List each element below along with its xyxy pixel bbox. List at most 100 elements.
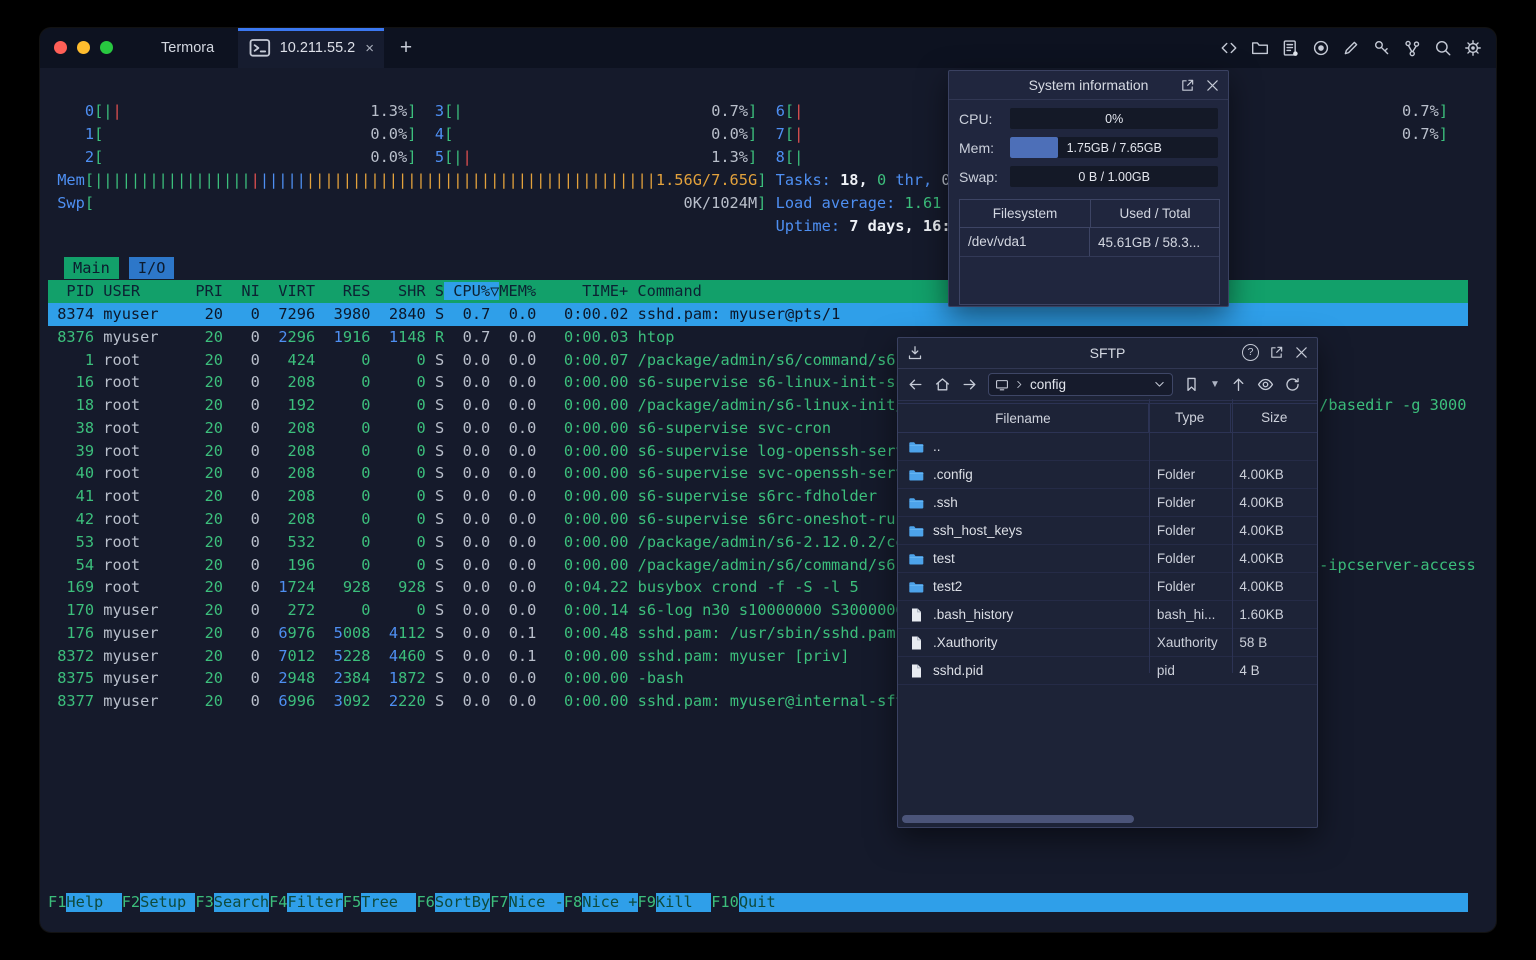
download-icon[interactable] [907,345,923,361]
file-name: ssh_host_keys [933,523,1023,538]
new-tab-button[interactable]: + [392,34,420,62]
fkey-action-Nice[interactable]: Nice + [582,893,638,912]
fkey-action-Setup[interactable]: Setup [140,893,196,912]
sysinfo-titlebar: System information [949,71,1228,100]
terminal-meter-line: 1[ 0.0%] 4[ 0.0%] 7[| 0.7%] [48,125,1448,143]
path-breadcrumb[interactable]: config [988,373,1173,396]
swap-progress-bar: 0 B / 1.00GB [1010,166,1218,187]
current-path: config [1030,377,1067,392]
record-icon[interactable] [1312,39,1330,57]
close-icon[interactable] [1205,78,1220,93]
session-tab-label: 10.211.55.2 [279,40,356,56]
file-row[interactable]: .Xauthority Xauthority 58 B [898,629,1317,657]
minimize-window-button[interactable] [77,41,90,54]
refresh-icon[interactable] [1284,376,1301,393]
titlebar: Termora 10.211.55.2 × + [40,28,1496,68]
fkey-F7[interactable]: F7 [490,893,508,912]
file-type: Folder [1156,495,1196,510]
code-icon[interactable] [1220,39,1238,57]
file-type: Folder [1156,551,1196,566]
fs-device: /dev/vda1 [960,228,1090,256]
filesystem-row[interactable]: /dev/vda1 45.61GB / 58.3... [960,228,1219,257]
file-row[interactable]: test Folder 4.00KB [898,545,1317,573]
folder-icon [909,553,924,564]
open-in-window-icon[interactable] [1269,345,1284,360]
file-name: .Xauthority [933,635,998,650]
fkey-action-Help[interactable]: Help [66,893,122,912]
file-size: 1.60KB [1239,607,1284,622]
up-icon[interactable] [1230,376,1247,393]
file-table-header[interactable]: Filename Type Size [898,403,1317,433]
file-row[interactable]: ssh_host_keys Folder 4.00KB [898,517,1317,545]
close-window-button[interactable] [54,41,67,54]
file-icon [912,608,921,621]
fs-used-total: 45.61GB / 58.3... [1098,234,1201,250]
close-icon[interactable] [1294,345,1309,360]
fkey-F3[interactable]: F3 [195,893,213,912]
process-table-header[interactable]: PID USER PRI NI VIRT RES SHR S CPU%▽MEM%… [48,280,1468,303]
fkey-action-Search[interactable]: Search [213,893,270,912]
home-icon[interactable] [934,376,951,393]
column-size[interactable]: Size [1230,404,1317,432]
help-icon[interactable]: ? [1242,343,1259,361]
horizontal-scrollbar[interactable] [902,815,1134,823]
mem-label: Mem: [959,139,994,156]
key-icon[interactable] [1373,39,1391,57]
fkey-action-SortBy[interactable]: SortBy [434,893,491,912]
fkey-action-Kill[interactable]: Kill [655,893,712,912]
fkey-F1[interactable]: F1 [48,893,66,912]
file-size: 4.00KB [1239,523,1284,538]
log-icon[interactable] [1281,39,1299,57]
cpu-usage-row: CPU: 0% [959,108,1218,129]
file-row[interactable]: .. [898,433,1317,461]
fkey-F10[interactable]: F10 [711,893,739,912]
folder-icon[interactable] [1251,39,1269,57]
file-row[interactable]: sshd.pid pid 4 B [898,657,1317,685]
column-filename[interactable]: Filename [898,411,1148,426]
settings-icon[interactable] [1464,39,1482,57]
file-type: Folder [1156,579,1196,594]
fkey-action-Nice[interactable]: Nice - [508,893,564,912]
fkey-action-Tree[interactable]: Tree [361,893,417,912]
fkey-F6[interactable]: F6 [416,893,434,912]
zoom-window-button[interactable] [100,41,113,54]
terminal-meter-line: Swp[ 0K/1024M] Load average: 1.61 1 [48,194,960,212]
branch-icon[interactable] [1403,39,1421,57]
column-type[interactable]: Type [1147,404,1231,432]
file-name: test2 [933,579,963,594]
mem-progress-text: 1.75GB / 7.65GB [1066,140,1162,155]
file-name: .. [933,439,941,454]
file-name: .bash_history [933,607,1014,622]
fkey-F2[interactable]: F2 [122,893,140,912]
eye-icon[interactable] [1257,376,1274,393]
tab-termora-home[interactable]: Termora [138,28,228,68]
file-row[interactable]: .ssh Folder 4.00KB [898,489,1317,517]
process-row[interactable]: 8374 myuser 20 0 7296 3980 2840 S 0.7 0.… [48,303,1468,326]
fkey-action-Filter[interactable]: Filter [287,893,343,912]
forward-icon[interactable] [961,376,978,393]
fkey-F8[interactable]: F8 [564,893,582,912]
chevron-down-icon[interactable] [1153,378,1166,391]
system-information-panel: System information CPU: 0% Mem: 1.75GB /… [948,70,1229,307]
file-row[interactable]: test2 Folder 4.00KB [898,573,1317,601]
file-row[interactable]: .config Folder 4.00KB [898,461,1317,489]
file-type: pid [1156,663,1175,678]
search-icon[interactable] [1434,39,1452,57]
fkey-F4[interactable]: F4 [269,893,287,912]
open-in-window-icon[interactable] [1180,78,1195,93]
bookmark-icon[interactable] [1183,376,1200,393]
file-row[interactable]: .bash_history bash_hi... 1.60KB [898,601,1317,629]
terminal-icon [249,39,271,57]
file-size: 4.00KB [1239,579,1284,594]
edit-icon[interactable] [1342,39,1360,57]
tab-session[interactable]: 10.211.55.2 × [238,28,384,68]
fkey-action-Quit[interactable]: Quit [738,893,1468,912]
fkey-F9[interactable]: F9 [638,893,656,912]
close-tab-icon[interactable]: × [365,40,374,57]
caret-down-icon[interactable]: ▼ [1210,379,1220,390]
fkey-F5[interactable]: F5 [343,893,361,912]
htop-screen-tabs: Main I/O [64,257,175,279]
back-icon[interactable] [907,376,924,393]
htop-tab-io[interactable]: I/O [128,257,175,279]
htop-tab-main[interactable]: Main [64,257,119,279]
